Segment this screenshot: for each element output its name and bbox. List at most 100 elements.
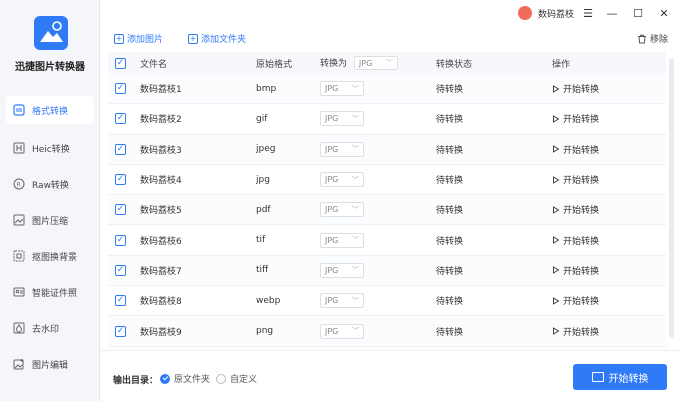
table-row[interactable]: ✓ 数码荔枝9 png JPG ﹀ 待转换 开始转换 bbox=[108, 316, 666, 347]
format-convert-icon bbox=[12, 103, 26, 117]
target-format-select[interactable]: JPG ﹀ bbox=[320, 293, 364, 309]
sidebar-item-format-convert[interactable]: 格式转换 bbox=[6, 96, 94, 124]
row-checkbox[interactable]: ✓ bbox=[115, 234, 126, 246]
output-custom-radio[interactable]: 自定义 bbox=[216, 372, 257, 385]
row-checkbox[interactable]: ✓ bbox=[115, 204, 126, 216]
original-format: png bbox=[256, 326, 274, 337]
start-convert-button[interactable]: 开始转换 bbox=[552, 203, 652, 216]
start-convert-button[interactable]: 开始转换 bbox=[552, 112, 652, 125]
add-image-button[interactable]: + 添加图片 bbox=[114, 32, 163, 45]
scrollbar[interactable] bbox=[668, 52, 676, 348]
play-icon bbox=[553, 236, 560, 244]
start-convert-label: 开始转换 bbox=[563, 266, 600, 277]
trash-icon bbox=[637, 34, 646, 43]
svg-text:R: R bbox=[17, 182, 21, 189]
start-convert-button[interactable]: 开始转换 bbox=[552, 294, 652, 307]
row-checkbox[interactable]: ✓ bbox=[115, 264, 126, 276]
start-convert-label: 开始转换 bbox=[563, 85, 600, 96]
scrollbar-thumb[interactable] bbox=[669, 58, 674, 338]
table-row[interactable]: ✓ 数码荔枝6 tif JPG ﹀ 待转换 开始转换 bbox=[108, 225, 666, 256]
original-format: pdf bbox=[256, 204, 271, 215]
file-name: 数码荔枝3 bbox=[140, 145, 182, 156]
status-text: 待转换 bbox=[436, 115, 464, 126]
sidebar-item-raw[interactable]: R Raw转换 bbox=[0, 166, 100, 202]
sidebar-item-compress[interactable]: 图片压缩 bbox=[0, 202, 100, 238]
original-format: tif bbox=[256, 235, 266, 246]
table-row[interactable]: ✓ 数码荔枝3 jpeg JPG ﹀ 待转换 开始转换 bbox=[108, 134, 666, 165]
sidebar-item-label: 智能证件照 bbox=[32, 288, 78, 299]
row-checkbox[interactable]: ✓ bbox=[115, 325, 126, 337]
radio-checked-icon bbox=[160, 373, 170, 384]
target-format-select[interactable]: JPG ﹀ bbox=[320, 262, 364, 278]
row-checkbox[interactable]: ✓ bbox=[115, 83, 126, 95]
remove-button[interactable]: 移除 bbox=[637, 32, 668, 45]
app-logo-icon bbox=[34, 16, 68, 50]
row-checkbox[interactable]: ✓ bbox=[115, 295, 126, 307]
sidebar-item-cutout[interactable]: 抠图换背景 bbox=[0, 238, 100, 274]
file-name: 数码荔枝5 bbox=[140, 206, 182, 217]
convert-to-cell: JPG ﹀ bbox=[320, 232, 436, 248]
menu-icon[interactable]: ☰ bbox=[580, 5, 596, 21]
footer: 输出目录： 原文件夹 自定义 开始转换 bbox=[100, 350, 680, 401]
output-original-radio[interactable]: 原文件夹 bbox=[160, 372, 210, 385]
add-folder-button[interactable]: + 添加文件夹 bbox=[188, 32, 246, 45]
sidebar-item-heic[interactable]: Heic转换 bbox=[0, 130, 100, 166]
start-convert-all-button[interactable]: 开始转换 bbox=[573, 364, 667, 390]
original-format: bmp bbox=[256, 83, 277, 94]
user-account[interactable]: 数码荔枝 bbox=[518, 6, 574, 20]
start-convert-button[interactable]: 开始转换 bbox=[552, 325, 652, 338]
row-checkbox[interactable]: ✓ bbox=[115, 113, 126, 125]
chevron-down-icon: ﹀ bbox=[352, 236, 359, 245]
target-format-select[interactable]: JPG ﹀ bbox=[320, 232, 364, 248]
header-convert-to: 转换为 JPG ﹀ bbox=[320, 56, 436, 71]
sidebar-item-label: 格式转换 bbox=[32, 106, 69, 117]
minimize-icon[interactable]: — bbox=[604, 5, 620, 21]
start-convert-button[interactable]: 开始转换 bbox=[552, 82, 652, 95]
status-text: 待转换 bbox=[436, 327, 464, 338]
header-status: 转换状态 bbox=[436, 59, 473, 70]
target-format-select[interactable]: JPG ﹀ bbox=[320, 141, 364, 157]
original-format: jpg bbox=[256, 174, 270, 185]
maximize-icon[interactable]: ☐ bbox=[630, 5, 646, 21]
start-convert-button[interactable]: 开始转换 bbox=[552, 143, 652, 156]
target-format-select[interactable]: JPG ﹀ bbox=[320, 81, 364, 97]
start-convert-button[interactable]: 开始转换 bbox=[552, 173, 652, 186]
row-checkbox[interactable]: ✓ bbox=[115, 174, 126, 186]
play-icon bbox=[553, 266, 560, 275]
sidebar-item-id-photo[interactable]: 智能证件照 bbox=[0, 274, 100, 310]
play-icon bbox=[553, 327, 560, 335]
convert-to-cell: JPG ﹀ bbox=[320, 323, 436, 339]
table-row[interactable]: ✓ 数码荔枝5 pdf JPG ﹀ 待转换 开始转换 bbox=[108, 195, 666, 226]
sidebar-item-edit[interactable]: 图片编辑 bbox=[0, 346, 100, 382]
status-text: 待转换 bbox=[436, 266, 464, 277]
chevron-down-icon: ﹀ bbox=[352, 84, 359, 93]
convert-to-cell: JPG ﹀ bbox=[320, 293, 436, 309]
status-text: 待转换 bbox=[436, 85, 464, 96]
start-convert-button[interactable]: 开始转换 bbox=[552, 234, 652, 247]
play-icon bbox=[553, 84, 560, 93]
play-icon bbox=[553, 145, 560, 154]
play-icon bbox=[553, 206, 560, 214]
chevron-down-icon: ﹀ bbox=[385, 59, 393, 68]
compress-icon bbox=[12, 213, 26, 227]
original-format: webp bbox=[256, 295, 281, 306]
target-format-select[interactable]: JPG ﹀ bbox=[320, 323, 364, 339]
row-checkbox[interactable]: ✓ bbox=[115, 143, 126, 155]
close-icon[interactable]: ✕ bbox=[656, 5, 672, 21]
target-format-select[interactable]: JPG ﹀ bbox=[320, 111, 364, 127]
sidebar-nav: 格式转换 Heic转换 R Raw转换 图片压缩 抠图换背景 智能证件照 去水印… bbox=[0, 94, 100, 382]
select-all-checkbox[interactable]: ✓ bbox=[115, 57, 126, 69]
target-format-value: JPG bbox=[325, 235, 339, 245]
table-row[interactable]: ✓ 数码荔枝7 tiff JPG ﹀ 待转换 开始转换 bbox=[108, 255, 666, 287]
file-name: 数码荔枝8 bbox=[140, 297, 182, 308]
target-format-select[interactable]: JPG ﹀ bbox=[320, 172, 364, 188]
table-row[interactable]: ✓ 数码荔枝8 webp JPG ﹀ 待转换 开始转换 bbox=[108, 286, 666, 317]
table-row[interactable]: ✓ 数码荔枝2 gif JPG ﹀ 待转换 开始转换 bbox=[108, 104, 666, 135]
start-convert-button[interactable]: 开始转换 bbox=[552, 264, 652, 277]
chevron-down-icon: ﹀ bbox=[352, 266, 359, 275]
table-row[interactable]: ✓ 数码荔枝1 bmp JPG ﹀ 待转换 开始转换 bbox=[108, 74, 666, 105]
table-row[interactable]: ✓ 数码荔枝4 jpg JPG ﹀ 待转换 开始转换 bbox=[108, 165, 666, 196]
target-format-select[interactable]: JPG ﹀ bbox=[320, 202, 364, 218]
sidebar-item-watermark[interactable]: 去水印 bbox=[0, 310, 100, 346]
convert-all-select[interactable]: JPG ﹀ bbox=[353, 56, 398, 71]
